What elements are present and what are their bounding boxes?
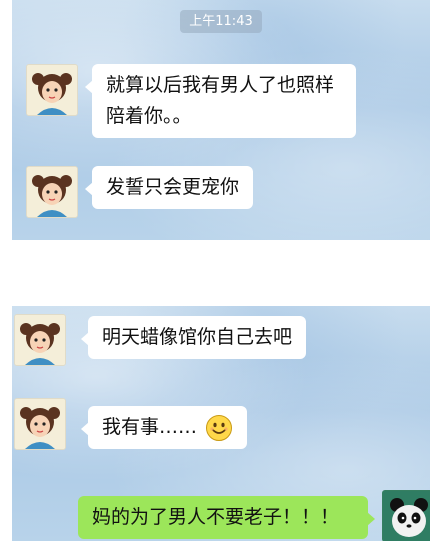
chat-screenshot-2: 明天蜡像馆你自己去吧 我有事…… 妈的为了男人不要老子！！！	[12, 306, 430, 541]
friend-avatar-icon[interactable]	[26, 64, 78, 116]
message-bubble-incoming[interactable]: 我有事……	[80, 406, 248, 449]
friend-avatar-icon[interactable]	[14, 398, 66, 450]
message-bubble-incoming[interactable]: 发誓只会更宠你	[84, 166, 254, 209]
friend-avatar-icon[interactable]	[26, 166, 78, 218]
message-text: 我有事……	[102, 416, 198, 438]
friend-avatar-icon[interactable]	[14, 314, 66, 366]
smile-emoji-icon	[205, 414, 233, 442]
message-bubble-incoming[interactable]: 就算以后我有男人了也照样陪着你。。	[85, 64, 356, 138]
chat-screenshot-1: 上午11:43 就算以后我有男人了也照样陪着你。。 发誓只会更宠你	[12, 0, 430, 240]
panda-avatar-icon[interactable]	[382, 490, 430, 541]
message-bubble-outgoing[interactable]: 妈的为了男人不要老子！！！	[78, 496, 375, 539]
message-bubble-incoming[interactable]: 明天蜡像馆你自己去吧	[80, 316, 307, 359]
message-timestamp: 上午11:43	[180, 10, 262, 33]
